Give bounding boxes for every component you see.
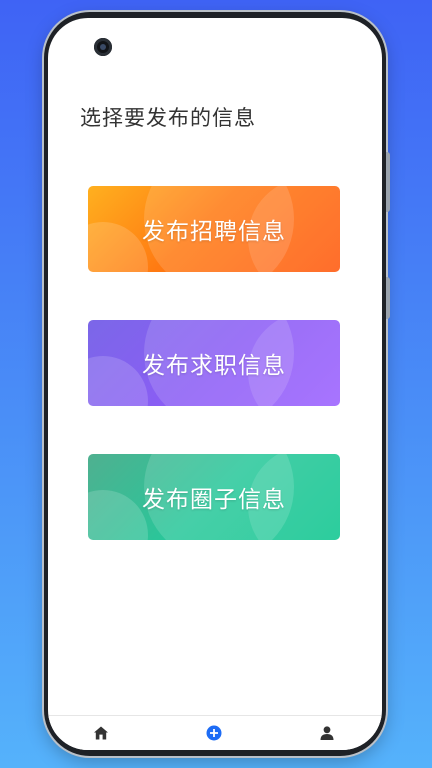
decor-bubble <box>88 490 148 540</box>
tab-me[interactable] <box>316 722 338 744</box>
decor-bubble <box>88 222 148 272</box>
volume-button <box>386 152 390 212</box>
publish-job-seeking-label: 发布求职信息 <box>142 353 286 379</box>
publish-circle-label: 发布圈子信息 <box>142 487 286 513</box>
page-title: 选择要发布的信息 <box>80 106 256 130</box>
publish-job-seeking-button[interactable]: 发布求职信息 <box>88 320 340 406</box>
publish-recruitment-label: 发布招聘信息 <box>142 219 286 245</box>
power-button <box>386 277 390 319</box>
home-icon <box>94 726 108 740</box>
bottom-tab-bar <box>48 715 382 750</box>
phone-frame: 选择要发布的信息 发布招聘信息 发布求职信息 发布圈子信息 <box>44 12 390 756</box>
tab-publish[interactable] <box>203 722 225 744</box>
publish-circle-button[interactable]: 发布圈子信息 <box>88 454 340 540</box>
add-icon <box>206 725 222 741</box>
user-icon <box>320 726 334 740</box>
screen: 选择要发布的信息 发布招聘信息 发布求职信息 发布圈子信息 <box>48 18 382 750</box>
camera-icon <box>94 38 112 56</box>
tab-home[interactable] <box>90 722 112 744</box>
decor-bubble <box>88 356 148 406</box>
publish-recruitment-button[interactable]: 发布招聘信息 <box>88 186 340 272</box>
